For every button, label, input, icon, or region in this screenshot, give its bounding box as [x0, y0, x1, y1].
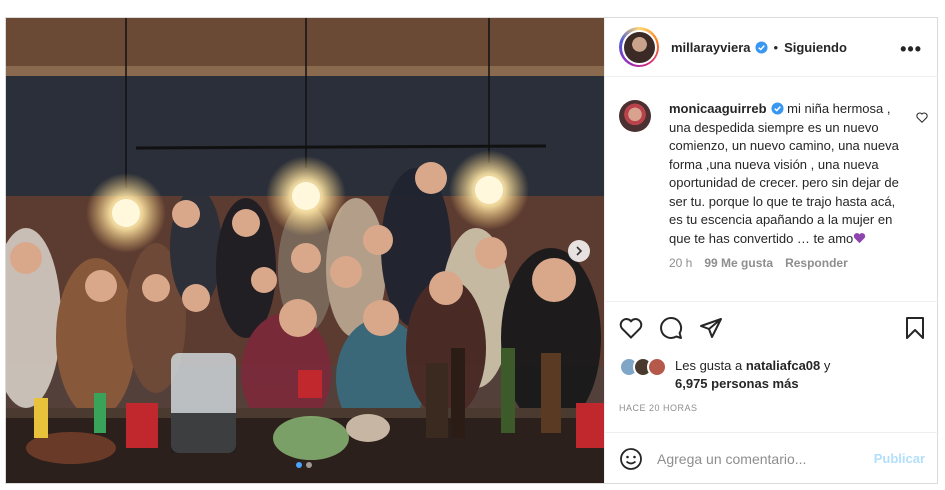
heart-icon: [619, 318, 643, 339]
verified-icon: [770, 102, 784, 115]
liker-avatar[interactable]: [647, 357, 667, 377]
emoji-icon: [620, 447, 642, 470]
action-bar: [605, 301, 939, 357]
likes-count[interactable]: 6,975 personas más: [675, 376, 799, 391]
caption-comment: monicaaguirreb mi niña hermosa , una des…: [619, 100, 929, 270]
commenter-username[interactable]: monicaaguirreb: [669, 101, 767, 116]
like-button[interactable]: [619, 317, 643, 339]
separator-dot: •: [773, 39, 779, 55]
carousel-dot: [306, 462, 312, 468]
group-photo: [6, 18, 604, 483]
chevron-right-icon: [576, 246, 583, 256]
heart-icon: [916, 112, 928, 123]
add-comment-bar: Publicar: [605, 432, 939, 484]
comment-icon: [660, 317, 683, 339]
comment-text-block: monicaaguirreb mi niña hermosa , una des…: [669, 100, 901, 248]
verified-icon: [754, 40, 768, 54]
avatar-image: [623, 31, 655, 63]
purple-heart-icon: [854, 232, 866, 243]
save-button[interactable]: [905, 316, 925, 340]
post-photo[interactable]: [6, 18, 604, 483]
save-icon: [906, 317, 924, 339]
comment-button[interactable]: [659, 316, 683, 340]
post-frame: millarayviera • Siguiendo ••• monicaagui…: [5, 17, 939, 484]
commenter-avatar[interactable]: [619, 100, 651, 132]
carousel-dot: [296, 462, 302, 468]
comment-meta: 20 h 99 Me gusta Responder: [669, 256, 901, 270]
reply-button[interactable]: Responder: [785, 256, 848, 270]
post-timestamp[interactable]: HACE 20 HORAS: [619, 403, 698, 413]
post-header: millarayviera • Siguiendo •••: [605, 18, 938, 77]
liker-username[interactable]: nataliafca08: [746, 358, 820, 373]
comment-likes[interactable]: 99 Me gusta: [704, 256, 773, 270]
author-avatar[interactable]: [619, 27, 659, 67]
liker-avatars: [619, 357, 669, 377]
likes-text: Les gusta a nataliafca08 y 6,975 persona…: [675, 358, 831, 391]
author-username[interactable]: millarayviera: [671, 40, 751, 55]
more-icon[interactable]: •••: [900, 39, 922, 60]
post-sidebar: millarayviera • Siguiendo ••• monicaagui…: [604, 18, 939, 484]
likes-summary: Les gusta a nataliafca08 y 6,975 persona…: [619, 357, 830, 393]
carousel-dots: [296, 462, 312, 468]
share-icon: [700, 318, 722, 338]
next-photo-button[interactable]: [568, 240, 590, 262]
like-comment-button[interactable]: [916, 112, 928, 123]
publish-button[interactable]: Publicar: [874, 451, 925, 466]
following-button[interactable]: Siguiendo: [784, 40, 847, 55]
comment-time: 20 h: [669, 256, 693, 270]
comment-text: mi niña hermosa , una despedida siempre …: [669, 101, 899, 246]
comment-input[interactable]: [657, 450, 857, 467]
emoji-button[interactable]: [619, 447, 643, 471]
share-button[interactable]: [699, 316, 723, 340]
